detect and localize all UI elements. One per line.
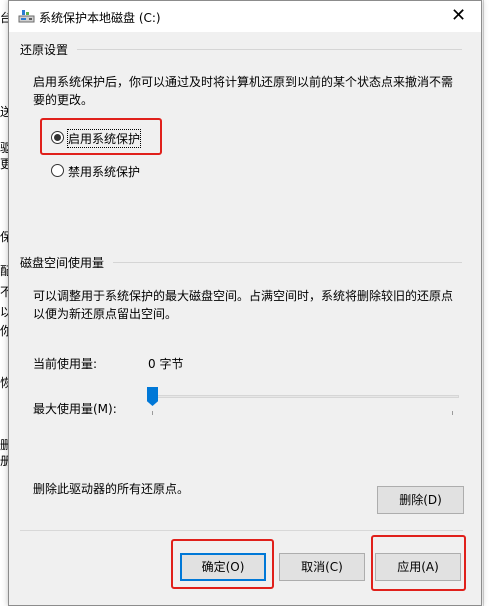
max-usage-label: 最大使用量(M): — [33, 402, 117, 416]
radio-button-unchecked[interactable] — [51, 164, 64, 177]
restore-settings-group-label: 还原设置 — [20, 43, 69, 57]
current-usage-value: 0 字节 — [148, 357, 184, 371]
radio-disable-protection[interactable]: 禁用系统保护 — [51, 162, 161, 180]
background-window-edge — [483, 0, 489, 606]
drive-icon — [18, 10, 35, 23]
max-usage-slider-track[interactable] — [155, 395, 459, 398]
highlight-box — [371, 535, 466, 591]
group-divider — [77, 49, 462, 50]
slider-tick — [452, 411, 453, 415]
disk-usage-description: 可以调整用于系统保护的最大磁盘空间。占满空间时，系统将删除较旧的还原点以便为新还… — [33, 289, 454, 321]
restore-settings-description: 启用系统保护后，你可以通过及时将计算机还原到以前的某个状态点来撤消不需要的更改。 — [33, 75, 454, 107]
group-divider — [113, 262, 462, 263]
highlight-box — [171, 539, 274, 589]
disk-usage-group-label: 磁盘空间使用量 — [20, 256, 105, 270]
delete-button[interactable]: 删除(D) — [377, 486, 464, 514]
close-icon: ✕ — [450, 5, 467, 26]
title-bar[interactable]: 系统保护本地磁盘 (C:) ✕ — [9, 1, 481, 32]
system-protection-dialog: 系统保护本地磁盘 (C:) ✕ 还原设置 启用系统保护后，你可以通过及时将计算机… — [8, 0, 482, 606]
radio-label: 禁用系统保护 — [68, 165, 141, 179]
cancel-button[interactable]: 取消(C) — [279, 553, 365, 581]
max-usage-slider-thumb[interactable] — [147, 387, 158, 406]
close-button[interactable]: ✕ — [436, 1, 481, 32]
slider-tick — [152, 411, 153, 415]
footer-divider — [20, 530, 463, 531]
dialog-title: 系统保护本地磁盘 (C:) — [39, 11, 161, 25]
current-usage-label: 当前使用量: — [33, 357, 98, 371]
highlight-box — [40, 118, 162, 155]
delete-restore-points-text: 删除此驱动器的所有还原点。 — [33, 482, 190, 496]
